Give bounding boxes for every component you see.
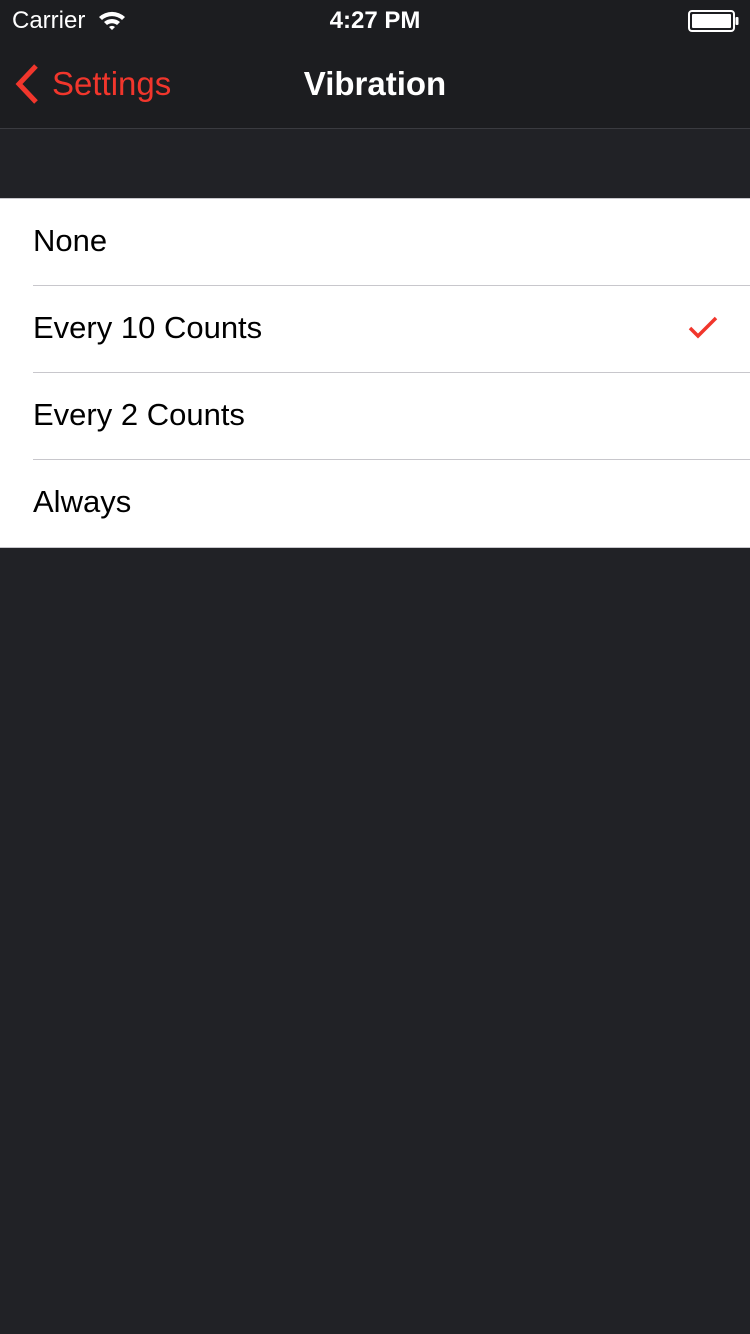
battery-icon — [688, 10, 739, 32]
option-every-10-counts[interactable]: Every 10 Counts — [0, 286, 750, 373]
status-bar: Carrier 4:27 PM — [0, 0, 750, 40]
option-every-2-counts[interactable]: Every 2 Counts — [0, 373, 750, 460]
option-label: Always — [33, 484, 132, 519]
checkmark-icon — [688, 316, 718, 339]
page-title: Vibration — [303, 65, 447, 102]
option-always[interactable]: Always — [0, 460, 750, 547]
option-label: Every 10 Counts — [33, 310, 263, 345]
navigation-bar: Settings Vibration — [0, 40, 750, 129]
option-label: Every 2 Counts — [33, 397, 245, 432]
option-none[interactable]: None — [0, 199, 750, 286]
status-time: 4:27 PM — [329, 7, 421, 34]
vibration-options-list: None Every 10 Counts Every 2 Counts Alwa… — [0, 198, 750, 548]
option-label: None — [33, 223, 108, 258]
